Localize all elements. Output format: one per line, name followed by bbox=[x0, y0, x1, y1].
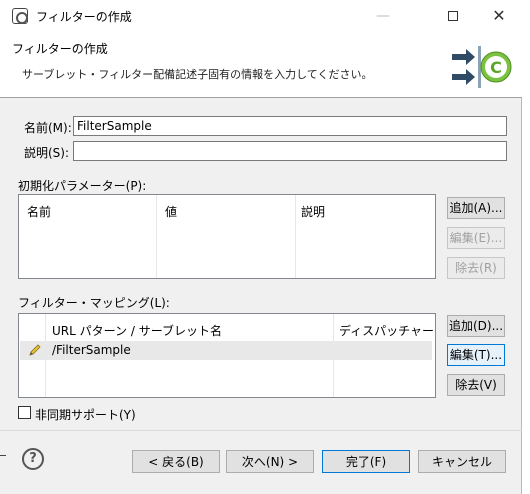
maximize-button[interactable] bbox=[430, 0, 476, 32]
async-support-label: 非同期サポート(Y) bbox=[35, 408, 136, 422]
name-label: 名前(M): bbox=[24, 121, 72, 135]
description-field[interactable] bbox=[73, 141, 507, 161]
description-label: 説明(S): bbox=[24, 146, 70, 160]
help-icon[interactable]: ? bbox=[22, 448, 44, 470]
edit-mapping-button[interactable]: 編集(T)... bbox=[447, 344, 505, 366]
edit-init-param-button[interactable]: 編集(E)... bbox=[447, 227, 505, 249]
eclipse-app-icon bbox=[12, 8, 28, 24]
cancel-button[interactable]: キャンセル bbox=[418, 450, 506, 473]
init-params-table[interactable]: 名前 値 説明 bbox=[18, 194, 436, 279]
background-artifact bbox=[0, 455, 6, 456]
add-mapping-button[interactable]: 追加(D)... bbox=[447, 315, 505, 337]
filter-mappings-table[interactable]: URL パターン / サーブレット名 ディスパッチャー /FilterSampl… bbox=[18, 313, 436, 398]
back-button[interactable]: < 戻る(B) bbox=[132, 450, 220, 473]
remove-mapping-button[interactable]: 除去(V) bbox=[447, 374, 505, 396]
async-support-checkbox[interactable] bbox=[18, 406, 31, 419]
create-filter-wizard-icon: C bbox=[452, 46, 512, 88]
pencil-icon bbox=[29, 344, 41, 356]
wizard-header: フィルターの作成 サーブレット・フィルター配備記述子固有の情報を入力してください… bbox=[0, 32, 522, 98]
column-header-value[interactable]: 値 bbox=[165, 203, 177, 220]
next-button[interactable]: 次へ(N) > bbox=[226, 450, 314, 473]
window-title: フィルターの作成 bbox=[36, 10, 132, 24]
remove-init-param-button[interactable]: 除去(R) bbox=[447, 257, 505, 279]
column-divider bbox=[156, 195, 157, 278]
column-header-description[interactable]: 説明 bbox=[301, 203, 325, 220]
column-header-name[interactable]: 名前 bbox=[27, 203, 51, 220]
close-button[interactable]: ✕ bbox=[476, 0, 522, 32]
wizard-description: サーブレット・フィルター配備記述子固有の情報を入力してください。 bbox=[22, 68, 373, 81]
table-row[interactable]: /FilterSample bbox=[20, 341, 432, 360]
dialog-window: フィルターの作成 — ✕ フィルターの作成 サーブレット・フィルター配備記述子固… bbox=[0, 0, 522, 494]
maximize-icon bbox=[448, 11, 458, 21]
wizard-title: フィルターの作成 bbox=[12, 42, 108, 56]
finish-button[interactable]: 完了(F) bbox=[322, 450, 410, 473]
init-params-label: 初期化パラメーター(P): bbox=[18, 179, 147, 193]
minimize-button[interactable]: — bbox=[360, 0, 406, 32]
title-bar: フィルターの作成 — ✕ bbox=[0, 0, 522, 32]
column-header-dispatcher[interactable]: ディスパッチャー bbox=[339, 322, 434, 339]
column-header-url-pattern[interactable]: URL パターン / サーブレット名 bbox=[52, 322, 222, 339]
footer-divider bbox=[0, 430, 522, 431]
add-init-param-button[interactable]: 追加(A)... bbox=[447, 197, 505, 219]
url-pattern-cell: /FilterSample bbox=[52, 343, 131, 357]
svg-text:C: C bbox=[490, 58, 502, 77]
name-field[interactable] bbox=[73, 116, 507, 136]
column-divider bbox=[295, 195, 296, 278]
filter-mappings-label: フィルター・マッピング(L): bbox=[18, 296, 170, 310]
